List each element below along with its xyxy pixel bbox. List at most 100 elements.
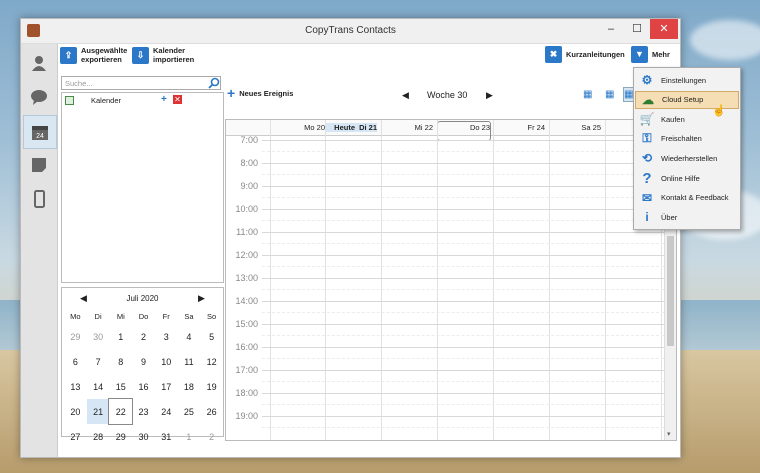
mini-day[interactable]: 23: [132, 399, 155, 424]
half-hour-line: [262, 197, 664, 198]
mini-day[interactable]: 4: [178, 324, 201, 349]
new-event-button[interactable]: + Neues Ereignis: [227, 86, 293, 100]
calendar-checkbox[interactable]: [65, 96, 74, 105]
day-header[interactable]: Heute: [325, 123, 355, 132]
menu-item-wiederherstellen[interactable]: ⟲ Wiederherstellen: [635, 149, 739, 167]
mini-day[interactable]: 15: [109, 374, 132, 399]
mini-day[interactable]: 5: [200, 324, 223, 349]
day-header[interactable]: Sa 25: [549, 123, 601, 132]
prev-week-button[interactable]: ◀: [402, 90, 409, 101]
menu-item-online-hilfe[interactable]: ? Online Hilfe: [635, 169, 739, 187]
nav-device[interactable]: [23, 183, 55, 215]
mini-day[interactable]: 30: [132, 424, 155, 449]
mini-day[interactable]: 25: [178, 399, 201, 424]
half-hour-line: [262, 404, 664, 405]
menu-item-label: Online Hilfe: [661, 173, 700, 183]
import-button[interactable]: ⇩ Kalender importieren: [132, 46, 194, 64]
week-label: Woche 30: [427, 90, 468, 100]
mini-day[interactable]: 1: [109, 324, 132, 349]
nav-contacts[interactable]: [23, 47, 55, 79]
nav-calendar[interactable]: 24: [23, 115, 57, 149]
hour-line: [262, 416, 664, 417]
mini-day[interactable]: 6: [64, 349, 87, 374]
mini-day[interactable]: 24: [155, 399, 178, 424]
search-icon[interactable]: [208, 77, 220, 89]
mini-day[interactable]: 27: [64, 424, 87, 449]
day-view-icon[interactable]: ▦: [583, 89, 592, 100]
hour-line: [262, 140, 664, 141]
weekday-label: Di: [94, 311, 102, 321]
calendar-icon: 24: [32, 126, 48, 140]
mini-day[interactable]: 18: [178, 374, 201, 399]
mini-day[interactable]: 19: [200, 374, 223, 399]
menu-item-ber[interactable]: i Über: [635, 208, 739, 226]
import-label: Kalender importieren: [153, 46, 195, 64]
mini-day[interactable]: 26: [200, 399, 223, 424]
mini-day[interactable]: 29: [64, 324, 87, 349]
week-view-icon[interactable]: ▦: [605, 89, 614, 100]
mini-day[interactable]: 20: [64, 399, 87, 424]
day-header[interactable]: Do 23: [437, 121, 491, 141]
mini-day[interactable]: 28: [87, 424, 110, 449]
nav-notes[interactable]: [23, 149, 55, 181]
hour-label: 17:00: [235, 365, 258, 375]
app-window: CopyTrans Contacts – ☐ ✕ 24 ⇪ Ausgewählt…: [20, 18, 681, 458]
mini-calendar-grid: Mo Di Mi Do Fr Sa So 29 30 1 2 3 4 5 6 7 8 9 10 11 12 13 14 15…: [64, 308, 223, 449]
mini-day[interactable]: 2: [200, 424, 223, 449]
mini-day[interactable]: 11: [178, 349, 201, 374]
menu-item-label: Wiederherstellen: [661, 153, 718, 163]
half-hour-line: [262, 174, 664, 175]
menu-item-label: Freischalten: [661, 134, 702, 144]
day-header[interactable]: Mi 22: [381, 123, 433, 132]
mini-day[interactable]: 13: [64, 374, 87, 399]
nav-messages[interactable]: [23, 81, 55, 113]
mini-day[interactable]: 3: [155, 324, 178, 349]
mini-day[interactable]: 10: [155, 349, 178, 374]
menu-item-freischalten[interactable]: ⚿ Freischalten: [635, 130, 739, 148]
more-button[interactable]: ▼ Mehr: [631, 46, 670, 63]
mini-day[interactable]: 1: [178, 424, 201, 449]
mini-day[interactable]: 7: [87, 349, 110, 374]
mini-day[interactable]: 17: [155, 374, 178, 399]
search-input[interactable]: Suche...: [61, 76, 221, 90]
maximize-button[interactable]: ☐: [624, 19, 650, 39]
import-icon: ⇩: [132, 46, 149, 64]
mini-day[interactable]: 12: [200, 349, 223, 374]
mini-next-month[interactable]: ▶: [198, 293, 205, 304]
export-label: Ausgewählte exportieren: [81, 46, 128, 64]
mini-day[interactable]: 14: [87, 374, 110, 399]
delete-icon[interactable]: ✕: [173, 95, 182, 104]
mini-day[interactable]: 30: [87, 324, 110, 349]
guides-button[interactable]: ✖ Kurzanleitungen: [545, 46, 625, 63]
mouse-cursor-icon: ☝: [712, 105, 726, 117]
hour-line: [262, 278, 664, 279]
half-hour-line: [262, 266, 664, 267]
menu-item-einstellungen[interactable]: ⚙ Einstellungen: [635, 71, 739, 89]
mini-day[interactable]: 16: [132, 374, 155, 399]
scroll-down-icon[interactable]: ▾: [667, 430, 671, 438]
mini-day[interactable]: 21: [86, 399, 110, 424]
mini-day[interactable]: 9: [132, 349, 155, 374]
day-header[interactable]: Mo 20: [270, 123, 325, 132]
mini-day[interactable]: 22: [108, 398, 134, 425]
minimize-button[interactable]: –: [598, 19, 624, 39]
day-header[interactable]: Di 21: [355, 123, 377, 132]
hour-label: 13:00: [235, 273, 258, 283]
mini-day[interactable]: 31: [155, 424, 178, 449]
next-week-button[interactable]: ▶: [486, 90, 493, 101]
export-button[interactable]: ⇪ Ausgewählte exportieren: [60, 46, 127, 64]
mini-day[interactable]: 2: [132, 324, 155, 349]
day-column-divider: [325, 120, 326, 440]
half-hour-line: [262, 289, 664, 290]
mini-day[interactable]: 8: [109, 349, 132, 374]
phone-icon: [34, 190, 45, 208]
scrollbar-thumb[interactable]: [667, 236, 674, 346]
day-header[interactable]: Fr 24: [493, 123, 545, 132]
half-hour-line: [262, 335, 664, 336]
menu-item-kontakt-feedback[interactable]: ✉ Kontakt & Feedback: [635, 189, 739, 207]
add-icon[interactable]: +: [161, 95, 170, 105]
calendar-list-item[interactable]: Kalender: [91, 96, 121, 105]
close-button[interactable]: ✕: [650, 19, 678, 39]
mini-day[interactable]: 29: [109, 424, 132, 449]
half-hour-line: [262, 243, 664, 244]
